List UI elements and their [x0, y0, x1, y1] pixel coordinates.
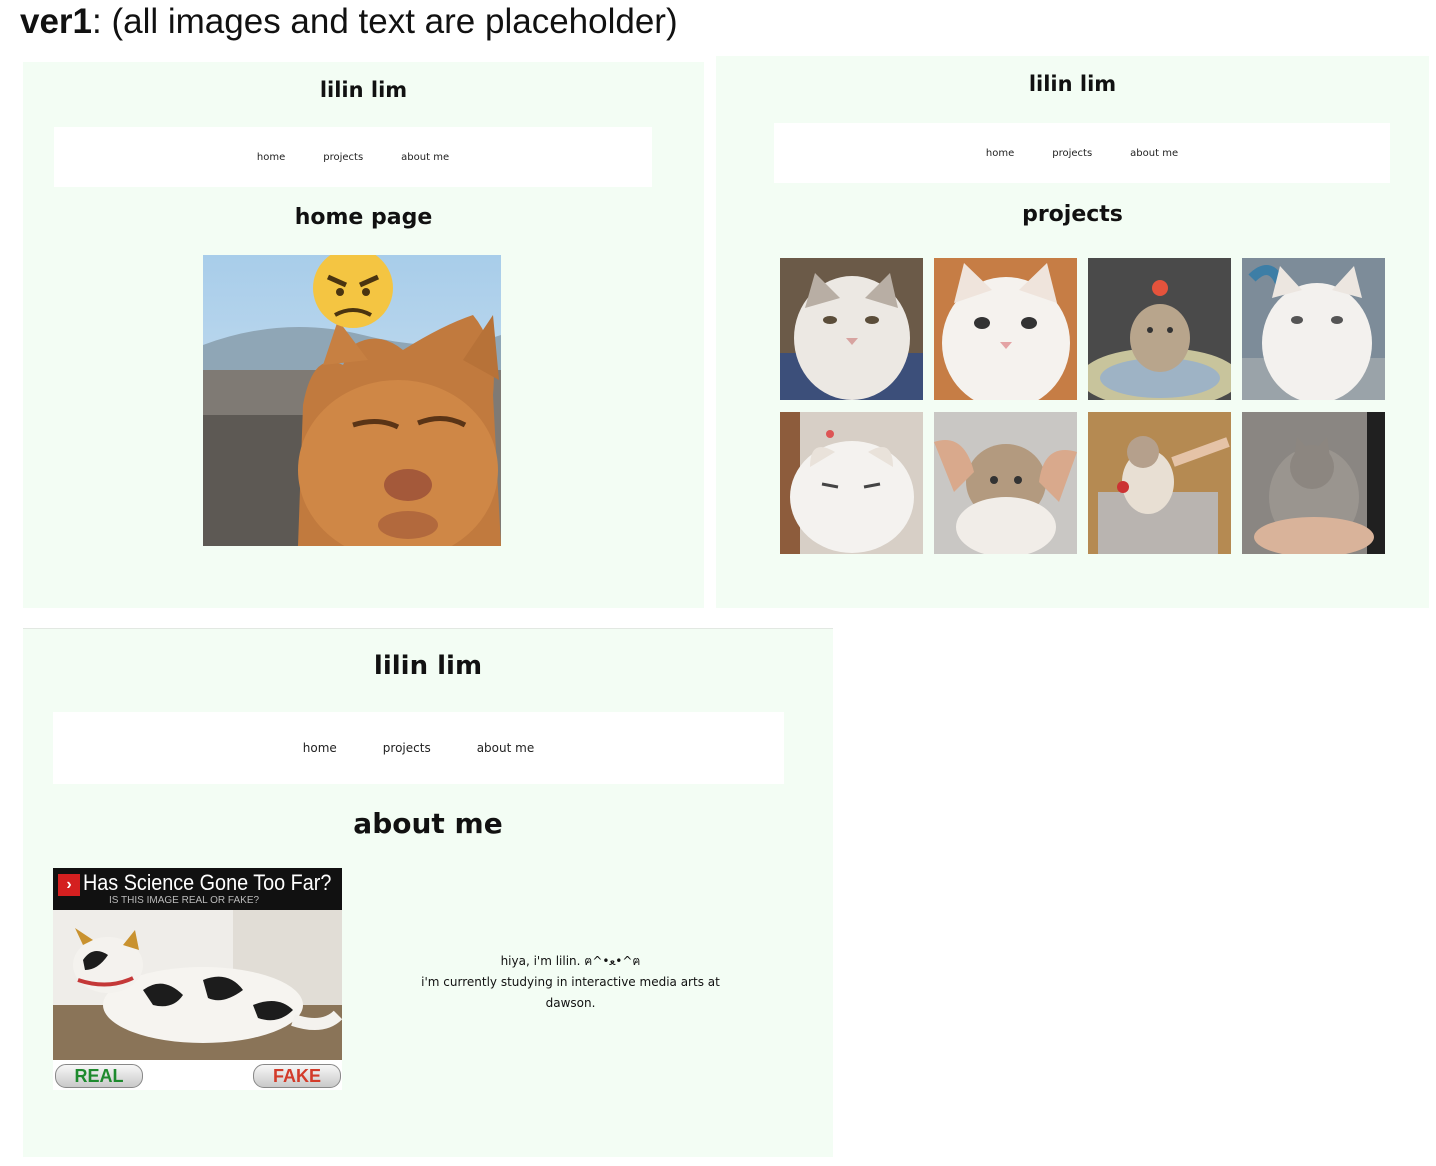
projects-page-mockup: lilin lim home projects about me project… [716, 56, 1429, 608]
project-gallery [780, 258, 1385, 554]
project-thumbnail[interactable] [1088, 412, 1231, 554]
nav-about-link[interactable]: about me [1130, 148, 1178, 159]
site-title: lilin lim [373, 651, 483, 681]
nav-bar: home projects about me [774, 123, 1390, 183]
play-arrow-icon: › [58, 874, 80, 896]
meme-title: Has Science Gone Too Far? [83, 870, 332, 895]
bio-line: i'm currently studying in interactive me… [421, 975, 720, 989]
nav-home-link[interactable]: home [303, 741, 337, 755]
project-thumbnail[interactable] [1242, 258, 1385, 400]
fake-button[interactable]: FAKE [253, 1064, 341, 1088]
document-heading: ver1: (all images and text are placehold… [20, 2, 678, 42]
nav-bar: home projects about me [54, 127, 652, 187]
nav-home-link[interactable]: home [986, 148, 1014, 159]
project-thumbnail[interactable] [780, 258, 923, 400]
nav-projects-link[interactable]: projects [383, 741, 431, 755]
project-thumbnail[interactable] [934, 412, 1077, 554]
project-thumbnail[interactable] [1088, 258, 1231, 400]
about-page-mockup: lilin lim home projects about me about m… [23, 628, 833, 1157]
site-title: lilin lim [319, 78, 408, 102]
nav-home-link[interactable]: home [257, 152, 285, 163]
bio-line: hiya, i'm lilin. ฅ^•ﻌ•^ฅ [500, 954, 641, 968]
cow-cat-photo [53, 910, 342, 1060]
nav-projects-link[interactable]: projects [323, 152, 363, 163]
nav-bar: home projects about me [53, 712, 784, 784]
meme-subtitle: IS THIS IMAGE REAL OR FAKE? [109, 895, 260, 906]
project-thumbnail[interactable] [780, 412, 923, 554]
project-thumbnail[interactable] [1242, 412, 1385, 554]
site-title: lilin lim [1028, 72, 1117, 96]
page-heading: about me [353, 807, 503, 840]
project-thumbnail[interactable] [934, 258, 1077, 400]
nav-about-link[interactable]: about me [477, 741, 535, 755]
bio-line: dawson. [545, 996, 596, 1010]
home-page-mockup: lilin lim home projects about me home pa… [23, 62, 704, 608]
real-button[interactable]: REAL [55, 1064, 143, 1088]
heading-note: : (all images and text are placeholder) [92, 2, 678, 41]
nav-projects-link[interactable]: projects [1052, 148, 1092, 159]
page-heading: projects [1022, 202, 1123, 227]
heading-version: ver1 [20, 2, 93, 41]
page-heading: home page [294, 205, 433, 230]
bio-text: hiya, i'm lilin. ฅ^•ﻌ•^ฅ i'm currently s… [378, 951, 763, 1014]
home-cat-image [203, 255, 501, 546]
meme-header: › Has Science Gone Too Far? IS THIS IMAG… [53, 868, 342, 910]
nav-about-link[interactable]: about me [401, 152, 449, 163]
meme-image: › Has Science Gone Too Far? IS THIS IMAG… [53, 868, 342, 1090]
